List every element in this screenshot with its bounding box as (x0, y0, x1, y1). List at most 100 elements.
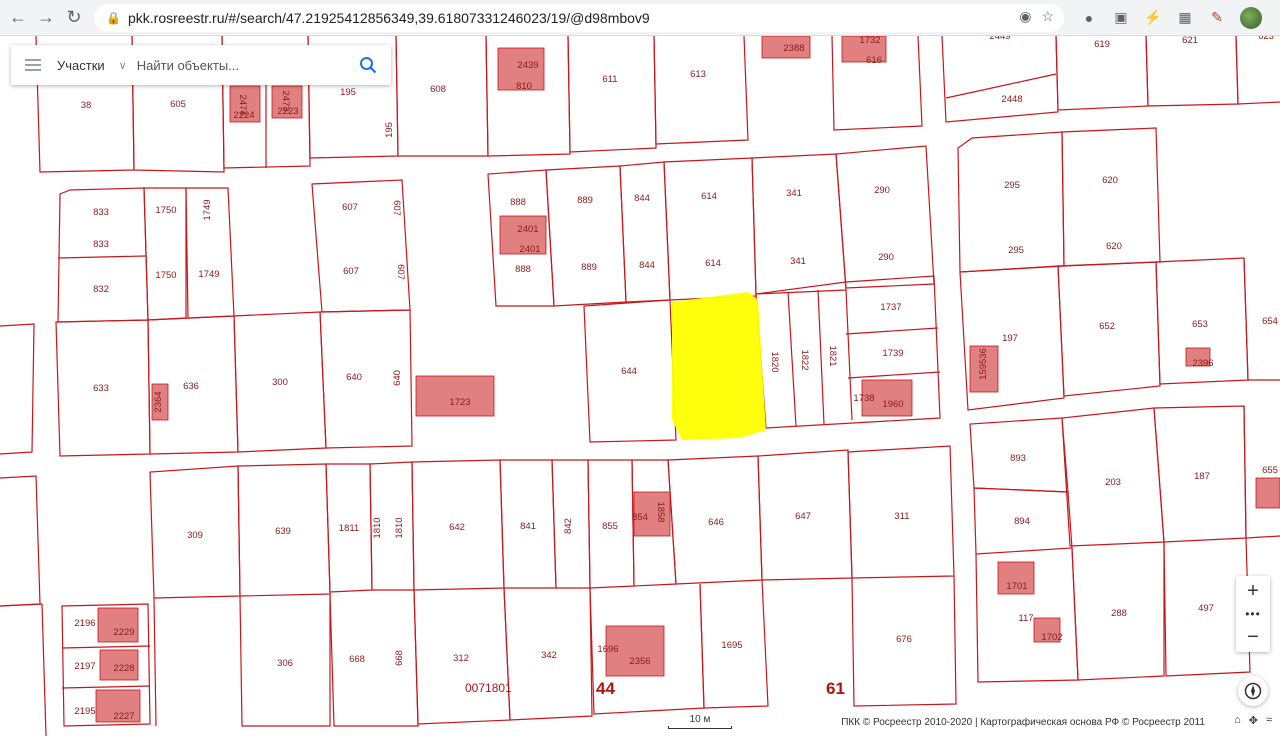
menu-icon[interactable] (25, 59, 41, 71)
parcel-label[interactable]: 810 (516, 81, 532, 92)
parcel-label[interactable]: 1723 (449, 397, 470, 408)
parcel-label[interactable]: 2227 (113, 711, 134, 722)
zoom-level-dots-icon[interactable]: ••• (1236, 606, 1270, 622)
layer-selector[interactable]: Участки (57, 58, 105, 73)
parcel-label[interactable]: 633 (93, 383, 109, 394)
parcel-label[interactable]: 640 (392, 370, 403, 386)
parcel-label[interactable]: 2196 (74, 618, 95, 629)
parcel-label[interactable]: 636 (183, 381, 199, 392)
parcel-label[interactable]: 608 (430, 84, 446, 95)
parcel-label[interactable]: 309 (187, 530, 203, 541)
parcel-label[interactable]: 842 (563, 518, 574, 534)
parcel-label[interactable]: 607 (343, 266, 359, 277)
parcel-label[interactable]: 621 (1182, 36, 1198, 46)
parcel-label[interactable]: 620 (1102, 175, 1118, 186)
parcel-label[interactable]: 620 (1106, 241, 1122, 252)
parcel-label[interactable]: 2195 (74, 706, 95, 717)
parcel-label[interactable]: 2388 (783, 43, 804, 54)
parcel-label[interactable]: 654 (1262, 316, 1278, 327)
parcel-label[interactable]: 1810 (394, 517, 405, 538)
parcel-label[interactable]: 1749 (202, 199, 213, 220)
extension-bolt-icon[interactable]: ⚡ (1144, 9, 1162, 27)
parcel-label[interactable]: 203 (1105, 477, 1121, 488)
parcel-label[interactable]: 623 (1258, 36, 1274, 42)
parcel-label[interactable]: 197 (1002, 333, 1018, 344)
forward-icon[interactable]: → (32, 4, 60, 32)
parcel-label[interactable]: 1701 (1006, 581, 1027, 592)
extension-shield-icon[interactable]: ● (1080, 9, 1098, 27)
parcel-label[interactable]: 894 (1014, 516, 1030, 527)
parcel-label[interactable]: 295 (1004, 180, 1020, 191)
parcel-label[interactable]: 290 (878, 252, 894, 263)
extension-grid-icon[interactable]: ▦ (1176, 9, 1194, 27)
parcel-label[interactable]: 605 (170, 99, 186, 110)
parcel-label[interactable]: 288 (1111, 608, 1127, 619)
reload-icon[interactable]: ↻ (60, 4, 88, 32)
search-icon[interactable] (359, 56, 377, 74)
parcel-label[interactable]: 1749 (198, 269, 219, 280)
parcel-label[interactable]: 832 (93, 284, 109, 295)
parcel-label[interactable]: 195 (340, 87, 356, 98)
compass-button[interactable] (1238, 676, 1268, 706)
parcel-label[interactable]: 893 (1010, 453, 1026, 464)
parcel-label[interactable]: 341 (790, 256, 806, 267)
parcel-label[interactable]: 668 (394, 650, 405, 666)
parcel-label[interactable]: 844 (634, 193, 650, 204)
parcel-label[interactable]: 2401 (517, 224, 538, 235)
parcel-label[interactable]: 1750 (155, 205, 176, 216)
parcel-label[interactable]: 306 (277, 658, 293, 669)
parcel-label[interactable]: 647 (795, 511, 811, 522)
parcel-label[interactable]: 195 (384, 122, 395, 138)
back-icon[interactable]: ← (4, 4, 32, 32)
parcel-label[interactable]: 2356 (629, 656, 650, 667)
parcel-label[interactable]: 833 (93, 207, 109, 218)
parcel-label[interactable]: 841 (520, 521, 536, 532)
search-input[interactable] (136, 57, 327, 73)
parcel-label[interactable]: 652 (1099, 321, 1115, 332)
parcel-label[interactable]: 668 (349, 654, 365, 665)
parcel-label[interactable]: 2396 (1192, 358, 1213, 369)
crosshair-icon[interactable]: ✥ (1249, 714, 1258, 727)
parcel-label[interactable]: 1820 (769, 351, 780, 372)
parcel-label[interactable]: 1822 (799, 349, 810, 370)
parcel-label[interactable]: 889 (577, 195, 593, 206)
parcel-label[interactable]: 833 (93, 239, 109, 250)
parcel-label[interactable]: 159536 (978, 348, 989, 380)
parcel-label[interactable]: 341 (786, 188, 802, 199)
parcel-label[interactable]: 2401 (519, 244, 540, 255)
parcel-label[interactable]: 312 (453, 653, 469, 664)
parcel-label[interactable]: 117 (1018, 613, 1033, 624)
parcel-label[interactable]: 1702 (1041, 632, 1062, 643)
parcel-label[interactable]: 613 (690, 69, 706, 80)
parcel-label[interactable]: 2364 (153, 391, 164, 412)
parcel-label[interactable]: 2474 (237, 94, 248, 115)
parcel-label[interactable]: 640 (346, 372, 362, 383)
parcel-label[interactable]: 888 (510, 197, 526, 208)
parcel-label[interactable]: 639 (275, 526, 291, 537)
parcel-label[interactable]: 619 (1094, 39, 1110, 50)
parcel-label[interactable]: 614 (701, 191, 717, 202)
parcel-label[interactable]: 1750 (155, 270, 176, 281)
parcel-label[interactable]: 611 (602, 74, 617, 85)
parcel-label[interactable]: 614 (705, 258, 721, 269)
cadastral-map[interactable]: 619 621 623 2449 2448 38 605 2224 2223 1… (0, 36, 1280, 736)
parcel-label[interactable]: 2439 (517, 60, 538, 71)
parcel-label[interactable]: 2473 (280, 90, 291, 111)
parcel-label[interactable]: 676 (896, 634, 912, 645)
extension-pdf-icon[interactable]: ✎ (1208, 9, 1226, 27)
parcel-label[interactable]: 1738 (853, 393, 874, 404)
parcel-label[interactable]: 655 (1262, 465, 1278, 476)
parcel-label[interactable]: 2229 (113, 627, 134, 638)
parcel-label[interactable]: 1821 (827, 345, 838, 366)
parcel-label[interactable]: 2228 (113, 663, 134, 674)
parcel-label[interactable]: 653 (1192, 319, 1208, 330)
parcel-label[interactable]: 295 (1008, 245, 1024, 256)
map-canvas[interactable]: 619 621 623 2449 2448 38 605 2224 2223 1… (0, 36, 1280, 736)
address-bar[interactable]: 🔒 pkk.rosreestr.ru/#/search/47.219254128… (94, 3, 1064, 32)
parcel-label[interactable]: 889 (581, 262, 597, 273)
parcel-label[interactable]: 854 (632, 512, 648, 523)
home-icon[interactable]: ⌂ (1234, 714, 1241, 727)
extension-screen-icon[interactable]: ▣ (1112, 9, 1130, 27)
parcel-label[interactable]: 187 (1194, 471, 1210, 482)
zoom-in-button[interactable]: + (1236, 576, 1270, 606)
